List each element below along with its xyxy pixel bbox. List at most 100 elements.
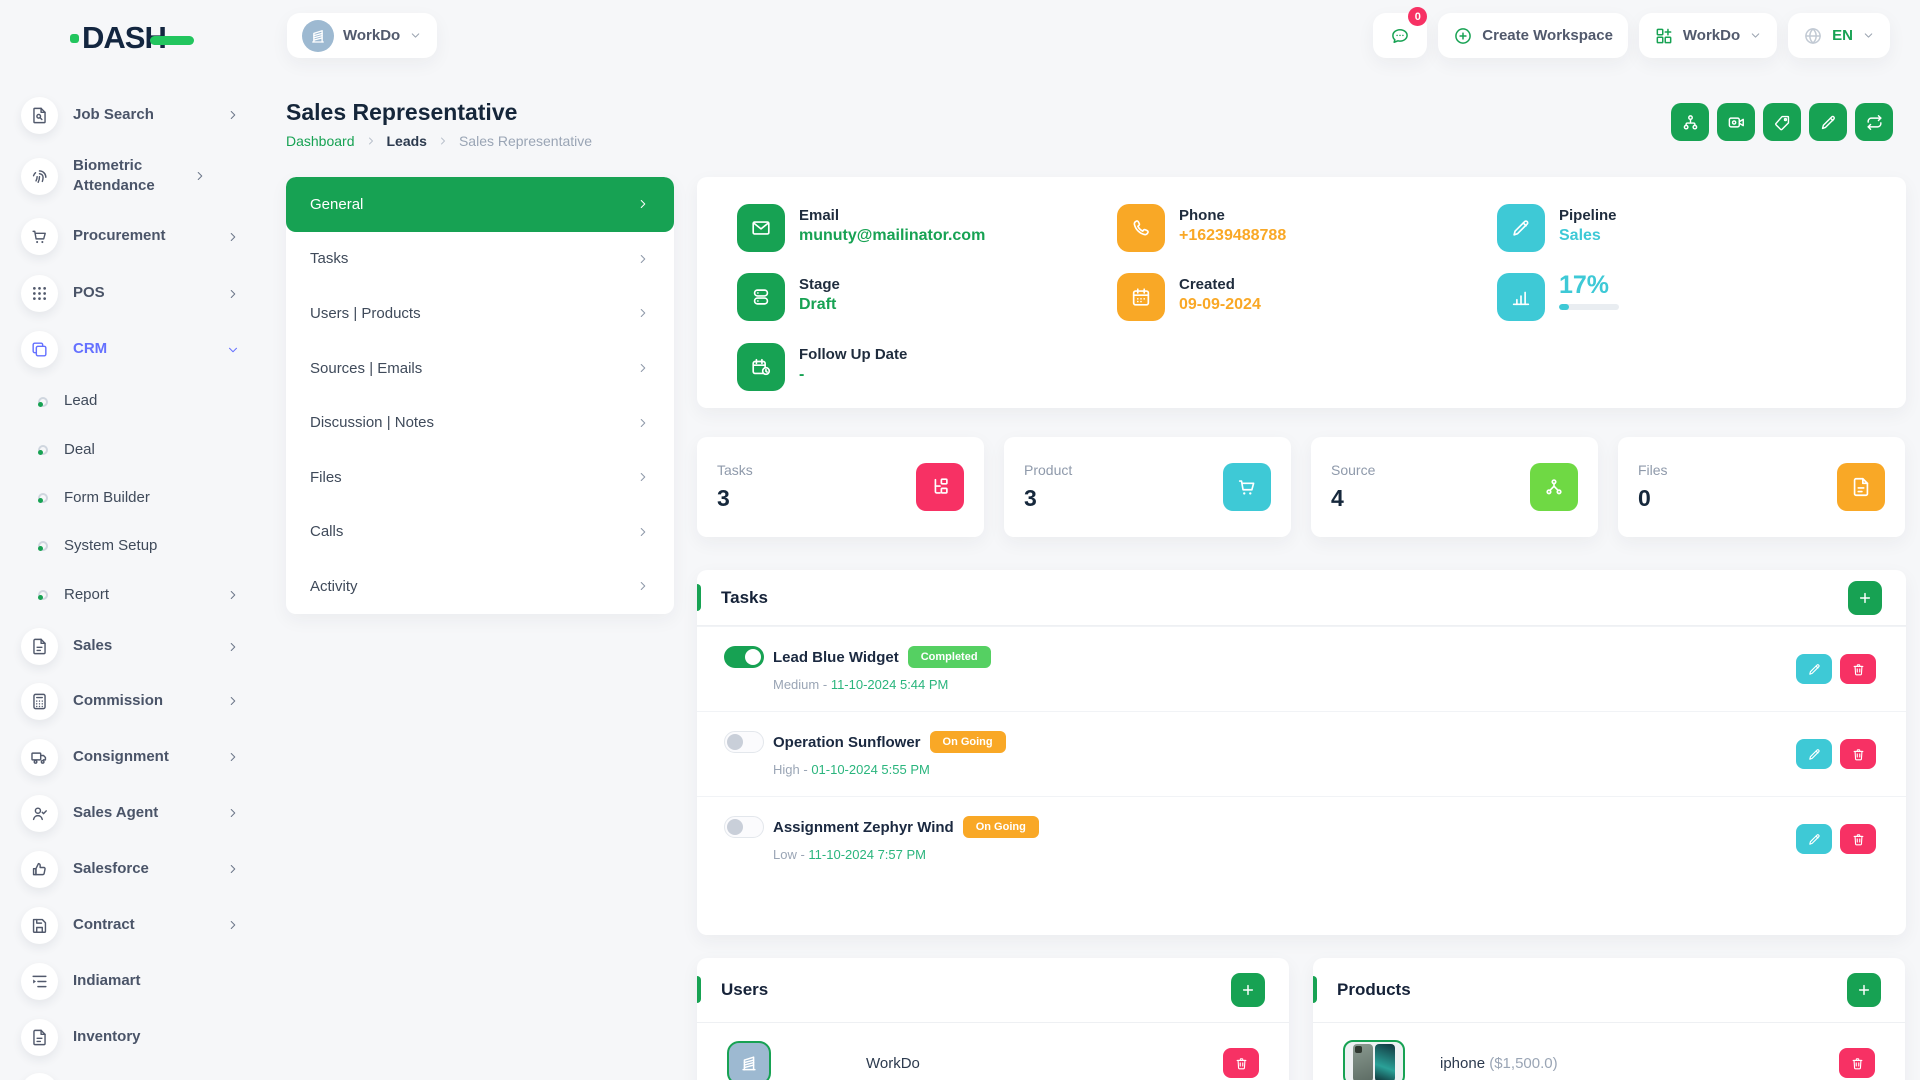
tab-tasks[interactable]: Tasks xyxy=(286,232,674,287)
workspace-selector-label: WorkDo xyxy=(343,27,400,44)
edit-task-button[interactable] xyxy=(1796,739,1832,769)
add-user-button[interactable] xyxy=(1231,973,1265,1007)
pencil-icon xyxy=(1807,662,1822,677)
chevron-right-icon xyxy=(226,918,240,932)
sidebar-item-inventory[interactable]: Inventory xyxy=(0,1009,262,1065)
sidebar-item-report[interactable]: Report xyxy=(0,570,262,620)
messages-button[interactable]: 0 xyxy=(1373,13,1427,58)
remove-user-button[interactable] xyxy=(1223,1048,1259,1078)
org-chart-button[interactable] xyxy=(1671,103,1709,141)
stat-card-source: Source4 xyxy=(1311,437,1598,537)
workspace-selector[interactable]: WorkDo xyxy=(287,13,437,58)
sidebar-item-label: Inventory xyxy=(73,1027,240,1047)
tab-sources-emails[interactable]: Sources | Emails xyxy=(286,341,674,396)
share-nodes-icon xyxy=(1530,463,1578,511)
sidebar-item-sales[interactable]: Sales xyxy=(0,620,262,673)
convert-lead-button[interactable] xyxy=(1855,103,1893,141)
cart-icon xyxy=(1223,463,1271,511)
field-label: Stage xyxy=(799,276,840,293)
breadcrumb: Dashboard Leads Sales Representative xyxy=(286,133,592,149)
sidebar-item-salesforce[interactable]: Salesforce xyxy=(0,841,262,897)
edit-task-button[interactable] xyxy=(1796,824,1832,854)
workspace-dropdown[interactable]: WorkDo xyxy=(1639,13,1777,58)
truck-icon xyxy=(21,739,58,776)
task-complete-toggle[interactable] xyxy=(724,646,764,668)
task-row: Assignment Zephyr Wind On Going Low - 11… xyxy=(697,796,1906,881)
lead-overview-card: Emailmunuty@mailinator.com Phone+1623948… xyxy=(697,177,1906,408)
sidebar-item-form-builder[interactable]: Form Builder xyxy=(0,474,262,522)
delete-task-button[interactable] xyxy=(1840,739,1876,769)
products-section-title: Products xyxy=(1337,980,1847,1000)
product-name: iphone xyxy=(1440,1055,1485,1072)
sidebar-item-deal[interactable]: Deal xyxy=(0,426,262,474)
bullet-icon xyxy=(38,541,48,551)
tab-general[interactable]: General xyxy=(286,177,674,232)
language-selector[interactable]: EN xyxy=(1788,13,1890,58)
task-complete-toggle[interactable] xyxy=(724,816,764,838)
task-datetime: 11-10-2024 7:57 PM xyxy=(808,847,926,862)
task-priority: High - xyxy=(773,762,808,777)
remove-product-button[interactable] xyxy=(1839,1048,1875,1078)
sidebar-item-commission[interactable]: Commission xyxy=(0,673,262,729)
user-name: WorkDo xyxy=(866,1055,1223,1072)
task-status-badge: On Going xyxy=(963,816,1039,838)
trash-icon xyxy=(1851,662,1866,677)
chevron-right-icon xyxy=(226,750,240,764)
add-task-button[interactable] xyxy=(1848,581,1882,615)
sidebar-item-consignment[interactable]: Consignment xyxy=(0,729,262,785)
bullet-icon xyxy=(38,397,48,407)
task-row: Operation Sunflower On Going High - 01-1… xyxy=(697,711,1906,796)
calendar-clock-icon xyxy=(737,343,785,391)
messages-badge: 0 xyxy=(1408,7,1427,26)
stat-label: Tasks xyxy=(717,462,753,478)
breadcrumb-dashboard[interactable]: Dashboard xyxy=(286,133,355,149)
sidebar-item-job-search[interactable]: Job Search xyxy=(0,86,262,144)
field-value: Draft xyxy=(799,296,840,314)
task-complete-toggle[interactable] xyxy=(724,731,764,753)
create-workspace-button[interactable]: Create Workspace xyxy=(1438,13,1628,58)
sidebar-item-pos[interactable]: POS xyxy=(0,265,262,322)
plus-circle-icon xyxy=(1453,26,1473,46)
tab-users-products[interactable]: Users | Products xyxy=(286,286,674,341)
edit-lead-button[interactable] xyxy=(1809,103,1847,141)
sidebar-item-biometric-attendance[interactable]: Biometric Attendance xyxy=(0,144,262,208)
page-title: Sales Representative xyxy=(286,99,517,126)
chevron-right-icon xyxy=(226,806,240,820)
delete-task-button[interactable] xyxy=(1840,824,1876,854)
field-label: Email xyxy=(799,207,985,224)
sidebar-item-label: Sales Agent xyxy=(73,803,226,823)
tab-activity[interactable]: Activity xyxy=(286,559,674,614)
file-icon xyxy=(21,628,58,665)
plus-icon xyxy=(1857,590,1873,606)
pencil-icon xyxy=(1819,113,1838,132)
sidebar-item-indiamart[interactable]: Indiamart xyxy=(0,953,262,1009)
chevron-right-icon xyxy=(437,135,449,147)
top-header: DASH WorkDo 0 Create Workspace WorkDo EN xyxy=(0,0,1920,72)
delete-task-button[interactable] xyxy=(1840,654,1876,684)
sidebar-item-sales-agent[interactable]: Sales Agent xyxy=(0,785,262,841)
tab-calls[interactable]: Calls xyxy=(286,505,674,560)
tab-files[interactable]: Files xyxy=(286,450,674,505)
breadcrumb-leads[interactable]: Leads xyxy=(387,133,427,149)
sidebar-item-system-setup[interactable]: System Setup xyxy=(0,522,262,570)
chat-icon xyxy=(1390,26,1410,46)
product-image xyxy=(1343,1040,1405,1080)
sidebar-item-procurement[interactable]: Procurement xyxy=(0,208,262,265)
sidebar-item-crm[interactable]: CRM xyxy=(0,322,262,377)
add-product-button[interactable] xyxy=(1847,973,1881,1007)
sidebar-item-contract[interactable]: Contract xyxy=(0,897,262,953)
sidebar-item-label: Indiamart xyxy=(73,971,240,991)
video-call-button[interactable] xyxy=(1717,103,1755,141)
stat-value: 3 xyxy=(1024,485,1072,512)
task-name: Operation Sunflower xyxy=(773,734,921,751)
language-label: EN xyxy=(1832,27,1853,44)
labels-button[interactable] xyxy=(1763,103,1801,141)
tab-discussion-notes[interactable]: Discussion | Notes xyxy=(286,395,674,450)
app-logo[interactable]: DASH xyxy=(70,20,194,56)
stat-value: 0 xyxy=(1638,485,1668,512)
edit-task-button[interactable] xyxy=(1796,654,1832,684)
chart-bars-icon xyxy=(1497,273,1545,321)
sidebar-item-lead[interactable]: Lead xyxy=(0,377,262,426)
plus-icon xyxy=(1240,982,1256,998)
chevron-down-icon xyxy=(409,29,422,42)
